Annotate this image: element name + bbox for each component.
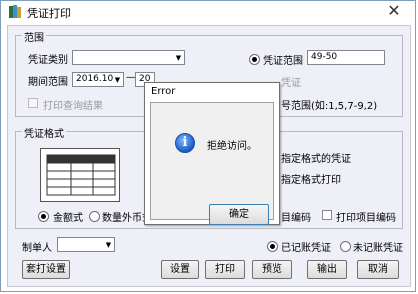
error-dialog: Error i 拒绝访问。 确定	[144, 82, 280, 225]
posted-voucher-label: 已记账凭证	[281, 243, 331, 254]
period-range-label: 期间范围	[28, 77, 68, 88]
voucher-format-label: 凭证格式	[22, 125, 66, 140]
partial-voucher-label: 凭证	[281, 78, 301, 89]
cancel-button[interactable]: 取消	[357, 260, 399, 279]
setup-button[interactable]: 设置	[161, 260, 199, 279]
template-setup-button[interactable]: 套打设置	[22, 260, 70, 279]
app-book-icon	[9, 5, 21, 18]
voucher-type-select[interactable]: ▼	[72, 50, 185, 65]
print-query-results-label: 打印查询结果	[43, 101, 103, 112]
unposted-voucher-label: 未记账凭证	[353, 243, 403, 254]
voucher-range-radio[interactable]	[249, 54, 260, 65]
posted-voucher-radio[interactable]	[267, 241, 278, 252]
maker-select[interactable]: ▼	[57, 237, 115, 252]
range-group-label: 范围	[22, 29, 46, 44]
print-query-results-checkbox[interactable]	[28, 98, 38, 108]
period-from-select[interactable]: 2016.10 ▼	[72, 72, 124, 87]
window-title: 凭证打印	[27, 7, 71, 20]
print-item-code-checkbox[interactable]	[322, 210, 332, 220]
close-icon[interactable]: ✕	[381, 1, 407, 21]
specified-format-voucher-label: 指定格式的凭证	[281, 154, 351, 165]
title-bar: 凭证打印 ✕	[1, 1, 415, 23]
format-preview-image	[40, 148, 120, 202]
amount-style-label: 金额式	[53, 213, 83, 224]
error-message: 拒绝访问。	[207, 141, 257, 152]
ok-button[interactable]: 确定	[209, 204, 269, 225]
error-dialog-title: Error	[151, 86, 176, 97]
print-item-code-partial-label: 目编码	[281, 213, 311, 224]
voucher-range-input[interactable]: 49-50	[307, 50, 385, 65]
dropdown-arrow-icon: ▼	[114, 75, 121, 84]
voucher-range-label: 凭证范围	[263, 56, 303, 67]
maker-label: 制单人	[22, 243, 52, 254]
amount-style-radio[interactable]	[38, 211, 49, 222]
print-item-code-label: 打印项目编码	[336, 213, 396, 224]
info-icon: i	[175, 133, 195, 153]
quantity-foreign-style-radio[interactable]	[89, 211, 100, 222]
number-range-hint: 号范围(如:1,5,7-9,2)	[281, 101, 378, 112]
error-dialog-body: i 拒绝访问。 确定	[150, 102, 274, 225]
preview-button[interactable]: 预览	[252, 260, 292, 279]
specified-format-print-label: 指定格式打印	[281, 175, 341, 186]
unposted-voucher-radio[interactable]	[340, 241, 351, 252]
export-button[interactable]: 输出	[307, 260, 347, 279]
voucher-type-label: 凭证类别	[28, 55, 68, 66]
dropdown-arrow-icon: ▼	[175, 53, 182, 62]
dropdown-arrow-icon: ▼	[105, 240, 112, 249]
print-button[interactable]: 打印	[205, 260, 245, 279]
voucher-print-window: 凭证打印 ✕ 范围 凭证类别 ▼ 凭证范围 49-50 期间范围 2016.10…	[0, 0, 416, 292]
